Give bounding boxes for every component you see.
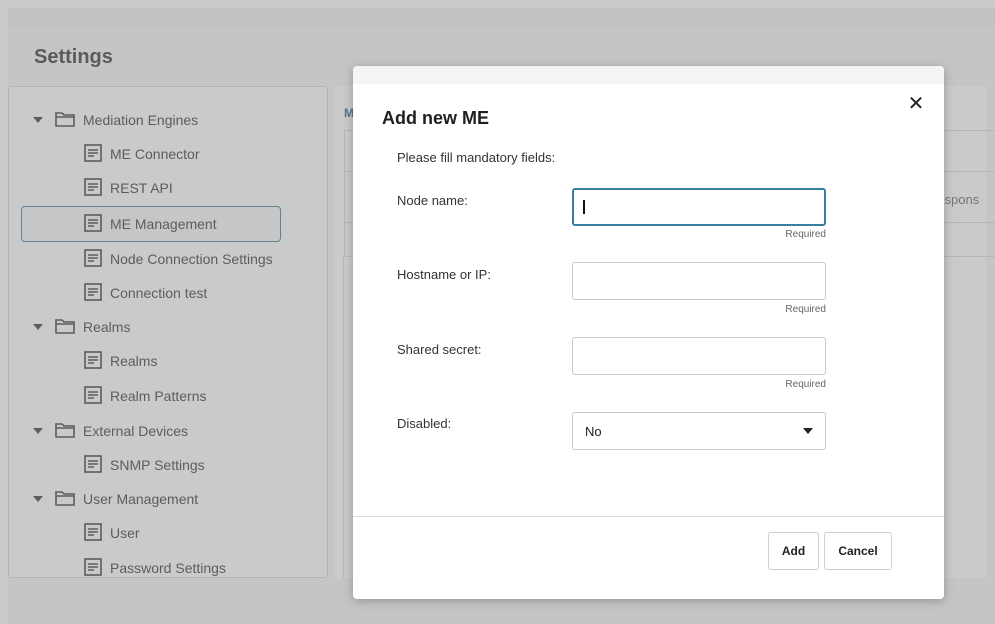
node-name-required-hint: Required: [763, 229, 826, 240]
add-button[interactable]: Add: [768, 532, 819, 570]
text-cursor: [583, 200, 585, 214]
dialog-instruction: Please fill mandatory fields:: [397, 150, 555, 165]
cancel-button[interactable]: Cancel: [824, 532, 892, 570]
node-name-input[interactable]: [572, 188, 826, 226]
hostname-required-hint: Required: [763, 304, 826, 315]
dialog-footer-divider: [353, 516, 944, 517]
chevron-down-icon: [803, 428, 813, 434]
shared-secret-required-hint: Required: [763, 379, 826, 390]
disabled-label: Disabled:: [397, 416, 451, 431]
shared-secret-input[interactable]: [572, 337, 826, 375]
close-icon[interactable]: ✕: [906, 94, 926, 114]
hostname-input[interactable]: [572, 262, 826, 300]
add-me-dialog: Add new ME ✕ Please fill mandatory field…: [353, 66, 944, 599]
shared-secret-label: Shared secret:: [397, 342, 482, 357]
node-name-label: Node name:: [397, 193, 468, 208]
dialog-drag-handle[interactable]: [353, 66, 944, 84]
disabled-select-value: No: [585, 424, 602, 439]
hostname-label: Hostname or IP:: [397, 267, 491, 282]
disabled-select[interactable]: No: [572, 412, 826, 450]
dialog-title: Add new ME: [382, 108, 489, 129]
